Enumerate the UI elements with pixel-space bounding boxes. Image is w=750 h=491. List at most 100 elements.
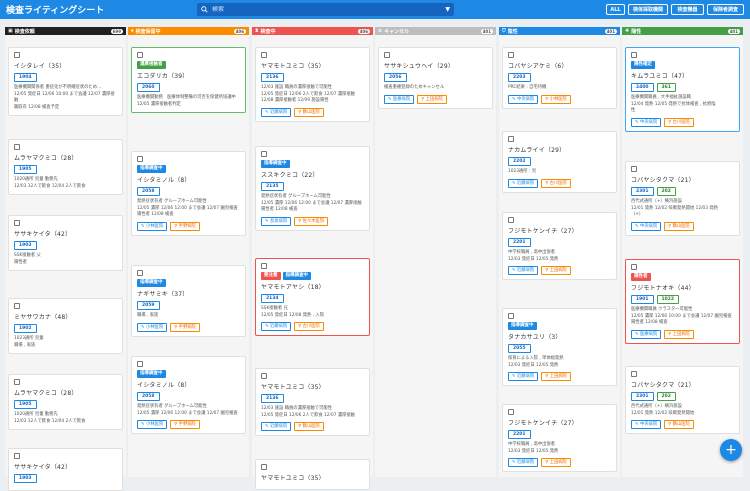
card-checkbox[interactable]: [261, 151, 267, 157]
patient-card[interactable]: ササキシュウヘイ（29） 2056 検査重複登録のためキャンセル ✎ 医療病院 ⚲ 上田…: [378, 47, 493, 109]
hospital-button[interactable]: ⚲ 鶴山医院: [294, 422, 324, 431]
patient-card[interactable]: ムラヤマクミコ（28） 1905 1020通所 児童 勤務先 12/03 12人で飲食…: [8, 139, 123, 195]
hospital-button[interactable]: ⚲ 手野病院: [170, 322, 200, 332]
hospital-button[interactable]: ⚲ 古川医院: [294, 322, 324, 331]
patient-card[interactable]: コバヤシタクマ（21） 2301 202 西代式通所（+）横浜施設 12/01 発熱 1…: [625, 161, 740, 236]
card-checkbox[interactable]: [261, 373, 267, 379]
column-4: ⛉ 陰性 401 コバヤシアケミ（6） 2203 PRC結果 : 自宅待機 ✎ 中央病院 ⚲ …: [499, 27, 620, 477]
card-checkbox[interactable]: [14, 303, 20, 309]
patient-card[interactable]: フジモトケンイチ（27） 2201 中学校職員 , 高中出張者 12/03 発症日 1…: [502, 404, 617, 472]
hospital-button[interactable]: ✎ 小林医院: [137, 322, 168, 332]
status-badge: 指導調査中: [137, 370, 166, 378]
hospital-button[interactable]: ✎ 小林医院: [137, 420, 168, 429]
patient-card[interactable]: ヤマモトユミコ（35） 2136 12/03 施設 職員の濃厚接触で可能性 12/05…: [255, 47, 370, 122]
hospital-button[interactable]: ✎ 近藤病院: [508, 266, 539, 275]
hospital-button[interactable]: ✎ 近藤病院: [508, 178, 539, 188]
filter-all-button[interactable]: ALL: [606, 4, 625, 15]
card-checkbox[interactable]: [631, 371, 637, 377]
card-checkbox[interactable]: [631, 264, 637, 270]
hospital-button[interactable]: ✎ 近藤病院: [261, 107, 292, 117]
hospital-button[interactable]: ✎ 医療病院: [384, 94, 415, 104]
patient-card[interactable]: ミヤサワカナ（48） 1902 1023通所 児童 職場 , 家族: [8, 298, 123, 354]
chevron-down-icon[interactable]: ▼: [445, 6, 450, 13]
patient-card[interactable]: 指導調査中 タナカサユリ（3） 2055 保育による入院 , 単体総発熱 12/03 発…: [502, 308, 617, 386]
card-actions: ✎ 長坂病院 ⚲ 佐々木医院: [261, 216, 364, 226]
hospital-button[interactable]: ⚲ 古川医院: [664, 117, 694, 127]
patient-card[interactable]: ナカムライイ（29） 2202 1023通所 : 児 ✎ 近藤病院 ⚲ 古川医院: [502, 131, 617, 193]
patient-card[interactable]: ムラヤマクミコ（28） 1905 1020通所 児童 勤務先 12/03 12人で飲食…: [8, 374, 123, 430]
patient-card[interactable]: 陽性者 フジモトナオキ（44） 1901 1022 医療機関職員 クラスター可能性 12/…: [625, 259, 740, 344]
hospital-button[interactable]: ⚲ 鶴山医院: [664, 221, 694, 231]
card-checkbox[interactable]: [631, 166, 637, 172]
hospital-button[interactable]: ⚲ 手野病院: [170, 420, 200, 429]
hospital-button[interactable]: ⚲ 上田病院: [541, 266, 571, 275]
patient-card[interactable]: ヤマモトユミコ（35） 2136 12/03 施設 職員の濃厚接触で可能性 12/05…: [255, 368, 370, 436]
card-checkbox[interactable]: [14, 220, 20, 226]
hospital-button[interactable]: ⚲ 上田病院: [541, 372, 571, 381]
patient-card[interactable]: 指導調査中 ナギサミキ（37） 2059 職場 , 家族 ✎ 小林医院 ⚲ 手野病院: [131, 265, 246, 337]
hospital-button[interactable]: ✎ 長坂病院: [261, 216, 292, 226]
hourglass-icon: ⧗: [255, 28, 259, 34]
card-checkbox[interactable]: [137, 361, 143, 367]
card-checkbox[interactable]: [137, 270, 143, 276]
hospital-button[interactable]: ⚲ 鶴山医院: [294, 107, 324, 117]
card-checkbox[interactable]: [14, 52, 20, 58]
card-note: 12/05 濃厚接触者判定: [137, 101, 181, 107]
card-checkbox[interactable]: [14, 453, 20, 459]
id-row: 1905: [14, 165, 117, 174]
hospital-button[interactable]: ✎ 中央病院: [631, 221, 662, 231]
card-checkbox[interactable]: [261, 464, 267, 470]
patient-card[interactable]: ササキケイタ（42） 1903: [8, 448, 123, 491]
hospital-button[interactable]: ⚲ 上田病院: [541, 458, 571, 467]
hospital-button[interactable]: ⚲ 手野病院: [170, 221, 200, 231]
patient-card[interactable]: 指導調査中 イシタミノル（8） 2058 発熱症状有者 グループホーム可能性 12/05…: [131, 356, 246, 434]
card-checkbox[interactable]: [508, 217, 514, 223]
card-checkbox[interactable]: [14, 379, 20, 385]
hospital-button[interactable]: ✎ 近藤病院: [508, 458, 539, 467]
hospital-label: 古川医院: [549, 180, 567, 186]
hospital-button[interactable]: ⚲ 鶴山医院: [664, 420, 694, 429]
filter-institution-button[interactable]: 検体採取機関: [628, 4, 668, 15]
card-checkbox[interactable]: [508, 136, 514, 142]
hospital-button[interactable]: ✎ 近藤病院: [261, 422, 292, 431]
patient-card[interactable]: 要注意 指導調査中 ヤマモトアヤシ（18） 2134 SSK接触者 兄 12/05 発症日…: [255, 258, 370, 336]
card-checkbox[interactable]: [137, 52, 143, 58]
hospital-button[interactable]: ⚲ 上田病院: [664, 329, 694, 339]
patient-card[interactable]: 陽性確定 キムラユミコ（47） 2400 361 医療機関職員 , 大手福祉施設職 12/…: [625, 47, 740, 132]
card-checkbox[interactable]: [261, 263, 267, 269]
patient-card[interactable]: 指導調査中 ススキクミコ（22） 2135 発熱症状有者 グループホーム可能性 12/0…: [255, 146, 370, 231]
patient-card[interactable]: イシタレイ（35） 1904 医療機関関係者 重症化が不明確症状のため… 12/05 …: [8, 47, 123, 116]
patient-card[interactable]: フジモトケンイチ（27） 2201 中学校職員 , 高中出張者 12/03 発症日 1…: [502, 212, 617, 280]
hospital-button[interactable]: ✎ 近藤病院: [508, 372, 539, 381]
card-checkbox[interactable]: [631, 52, 637, 58]
hospital-button[interactable]: ⚲ 上田病院: [417, 94, 447, 104]
hospital-button[interactable]: ✎ 医療病院: [631, 329, 662, 339]
patient-card[interactable]: ヤマモトユミコ（35）: [255, 459, 370, 490]
card-checkbox[interactable]: [508, 313, 514, 319]
card-checkbox[interactable]: [14, 144, 20, 150]
filter-insurer-button[interactable]: 保険者調査: [707, 4, 744, 15]
hospital-button[interactable]: ✎ 中央病院: [631, 117, 662, 127]
patient-card[interactable]: コバヤシタクマ（21） 2301 202 西代式通所（+）横浜施設 12/01 発熱 1…: [625, 366, 740, 434]
hospital-button[interactable]: ⚲ 小林医院: [541, 94, 571, 104]
patient-card[interactable]: コバヤシアケミ（6） 2203 PRC結果 : 自宅待機 ✎ 中央病院 ⚲ 小林医院: [502, 47, 617, 109]
card-checkbox[interactable]: [508, 409, 514, 415]
hospital-button[interactable]: ✎ 中央病院: [631, 420, 662, 429]
card-checkbox[interactable]: [261, 52, 267, 58]
patient-card[interactable]: 指導調査中 イシタミノル（8） 2058 発熱症状有者 グループホーム可能性 12/05…: [131, 151, 246, 236]
hospital-button[interactable]: ✎ 中央病院: [508, 94, 539, 104]
card-checkbox[interactable]: [384, 52, 390, 58]
hospital-button[interactable]: ✎ 近藤病院: [261, 322, 292, 331]
patient-name: ササキケイタ（42）: [14, 464, 72, 471]
hospital-button[interactable]: ⚲ 古川医院: [541, 178, 571, 188]
patient-card[interactable]: 濃厚接触者 エコダリカ（39） 2060 医療機関勤務 医療体制整備の可否を保健所協議…: [131, 47, 246, 113]
patient-card[interactable]: ササキケイタ（42） 1903 SSK接触者 父陽性者: [8, 215, 123, 271]
search-input[interactable]: [212, 6, 432, 13]
card-checkbox[interactable]: [137, 156, 143, 162]
card-checkbox[interactable]: [508, 52, 514, 58]
hospital-button[interactable]: ⚲ 佐々木医院: [294, 216, 329, 226]
add-button[interactable]: +: [720, 439, 742, 461]
filter-equipment-button[interactable]: 検査機器: [671, 4, 704, 15]
hospital-button[interactable]: ✎ 小林医院: [137, 221, 168, 231]
search-bar[interactable]: ▼: [197, 3, 454, 16]
